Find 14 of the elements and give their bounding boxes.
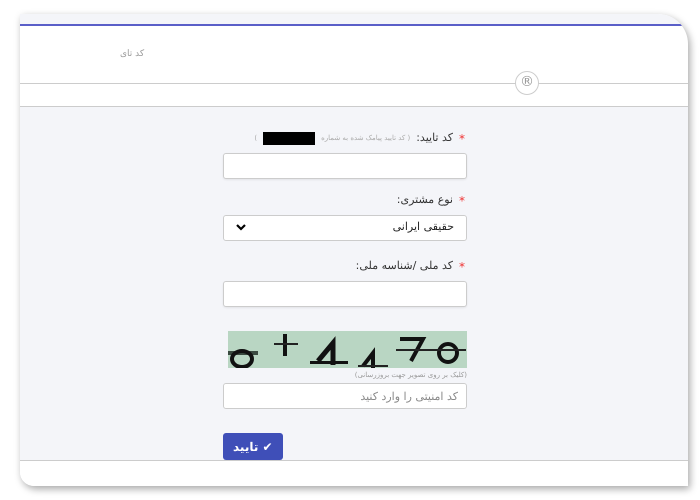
- chevron-down-icon: [236, 224, 246, 231]
- required-mark: *: [459, 192, 465, 210]
- registered-icon: ®: [515, 70, 539, 95]
- select-field[interactable]: حقیقی ایرانی: [223, 214, 467, 240]
- field-label: نوع مشتری:: [396, 192, 453, 208]
- header-title: کد تای: [120, 48, 144, 61]
- required-mark: *: [459, 130, 465, 148]
- field-label: کد ملی /شناسه ملی:: [356, 258, 453, 274]
- required-mark: *: [459, 258, 465, 276]
- submit-button[interactable]: ✔ تایید: [223, 433, 283, 460]
- captcha-input-field[interactable]: کد امنیتی را وارد کنید: [223, 383, 467, 409]
- input-field[interactable]: [223, 280, 467, 306]
- field-label: کد تایید:: [416, 130, 453, 146]
- input-field[interactable]: [223, 152, 467, 178]
